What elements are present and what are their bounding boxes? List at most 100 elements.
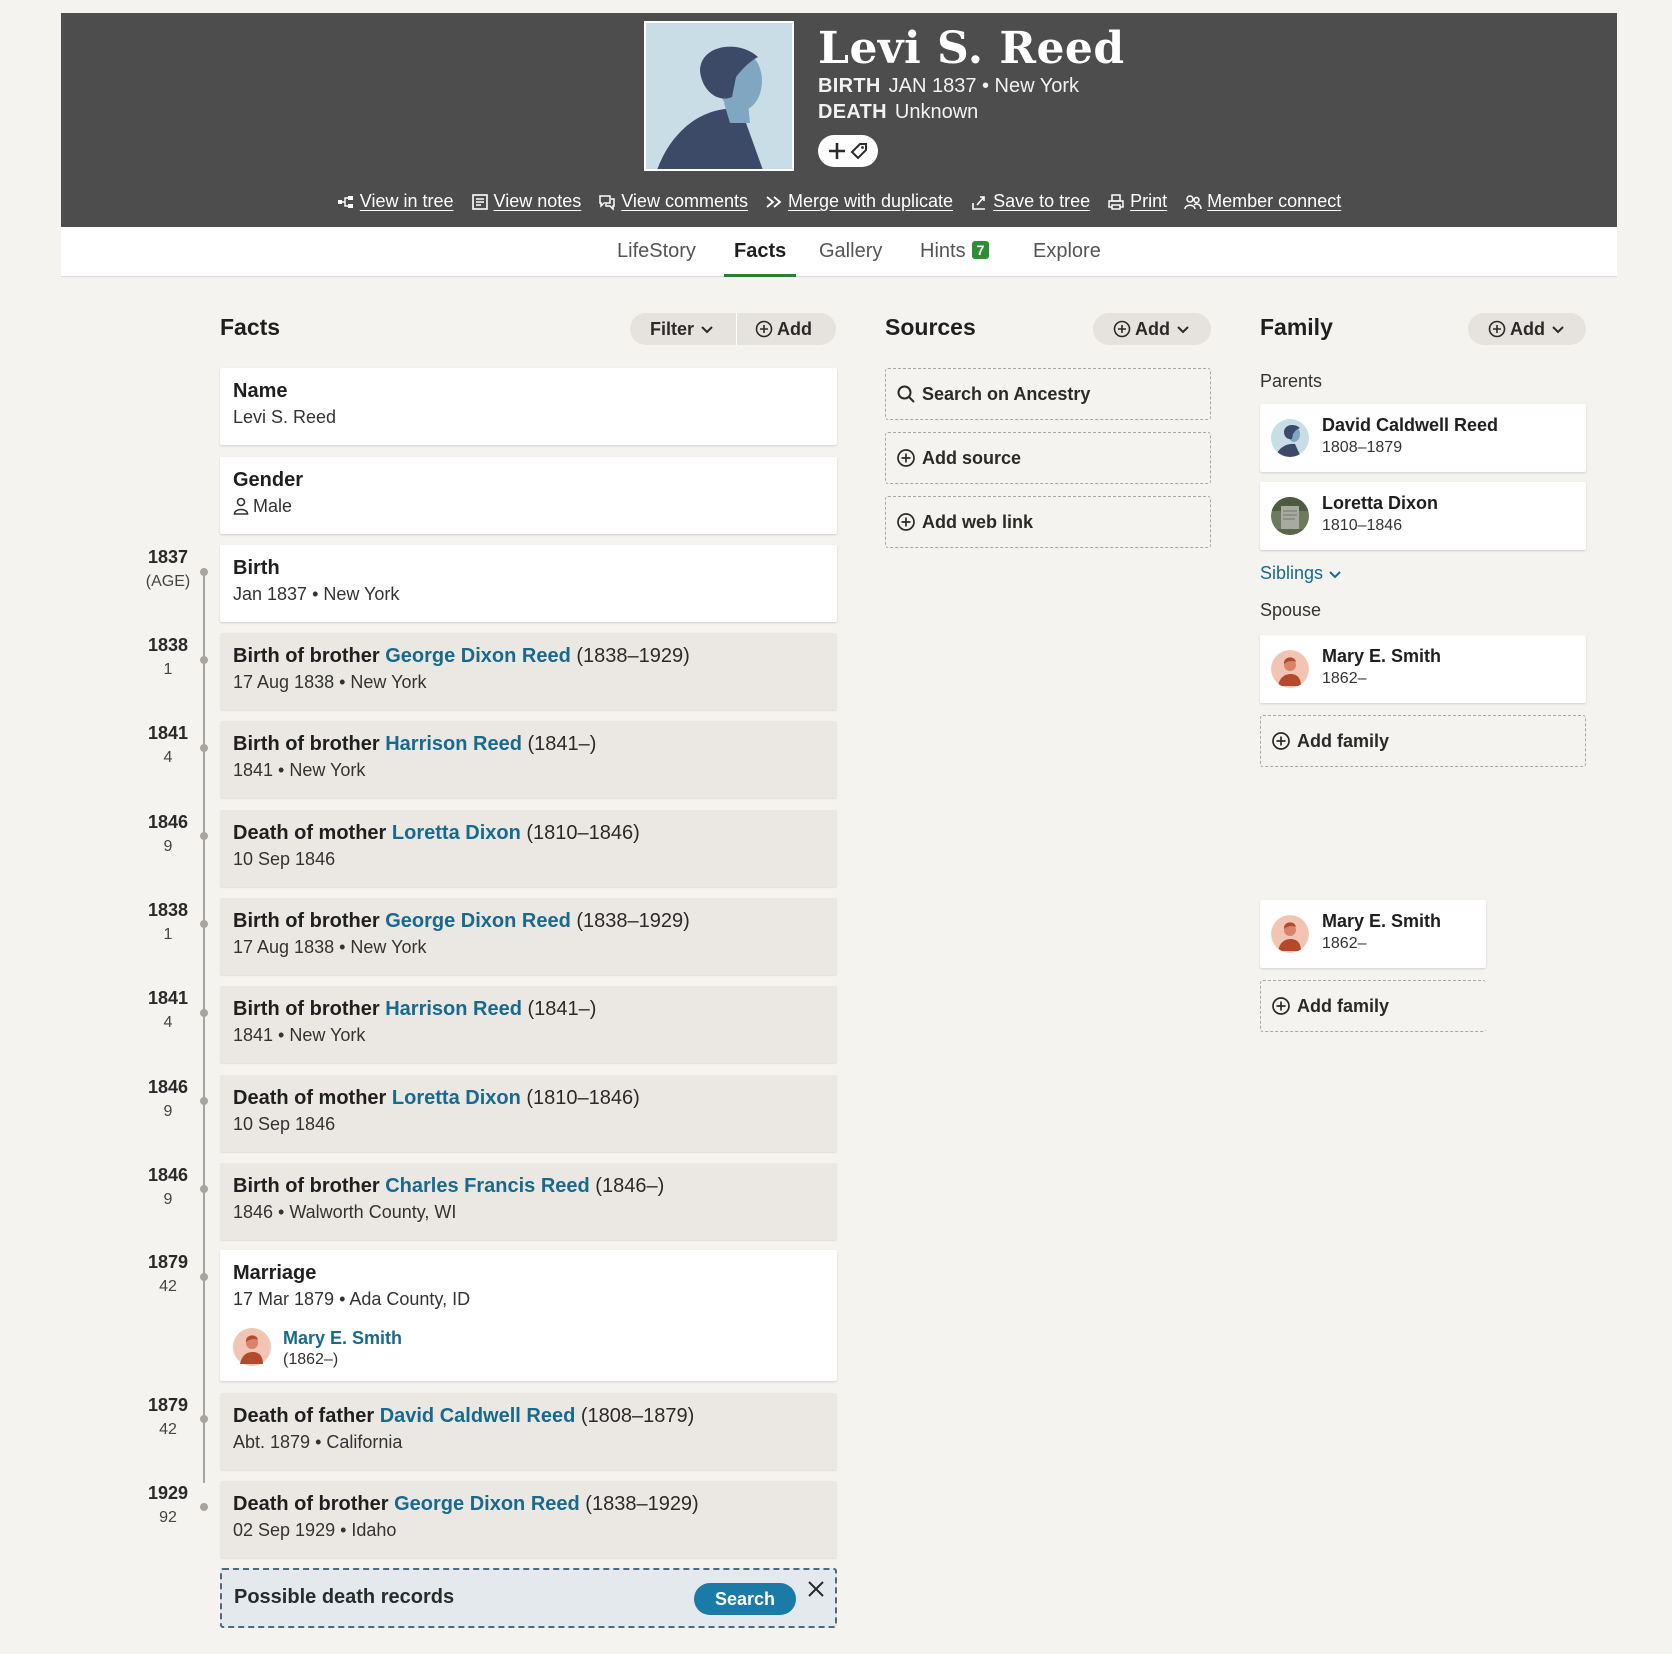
add-source-button[interactable]: Add source bbox=[885, 432, 1211, 484]
mother-name: Loretta Dixon bbox=[1322, 493, 1439, 513]
family-add-button[interactable]: Add bbox=[1468, 313, 1586, 345]
female-avatar-icon bbox=[1271, 650, 1309, 688]
marriage-spouse: Mary E. Smith (1862–) bbox=[233, 1328, 402, 1371]
profile-actions: View in tree View notes View comments Me… bbox=[61, 191, 1617, 212]
relative-name-link[interactable]: David Caldwell Reed bbox=[380, 1405, 576, 1427]
gender-value: Male bbox=[253, 496, 293, 516]
timeline-age: 92 bbox=[159, 1509, 177, 1526]
fact-card-event[interactable]: Death of mother Loretta Dixon (1810–1846… bbox=[220, 809, 837, 887]
fact-detail: 02 Sep 1929 • Idaho bbox=[233, 1520, 397, 1540]
add-family-button[interactable]: Add family bbox=[1260, 715, 1586, 767]
fact-card-event[interactable]: Birth of brother Charles Francis Reed (1… bbox=[220, 1162, 837, 1240]
relative-name-link[interactable]: Loretta Dixon bbox=[392, 822, 521, 844]
fact-card-birth[interactable]: Birth Jan 1837 • New York bbox=[220, 545, 837, 622]
fact-card-event[interactable]: Birth of brother George Dixon Reed (1838… bbox=[220, 633, 837, 710]
tab-explore[interactable]: Explore bbox=[1023, 227, 1111, 277]
add-tag-button[interactable] bbox=[818, 135, 878, 167]
fact-card-marriage[interactable]: Marriage 17 Mar 1879 • Ada County, ID Ma… bbox=[220, 1250, 837, 1381]
relative-name-link[interactable]: George Dixon Reed bbox=[385, 645, 571, 667]
add-web-link-button[interactable]: Add web link bbox=[885, 496, 1211, 548]
relative-name-link[interactable]: Loretta Dixon bbox=[392, 1087, 521, 1109]
fact-card-event[interactable]: Birth of brother Harrison Reed (1841–) 18… bbox=[220, 986, 837, 1064]
mother-card[interactable]: Loretta Dixon 1810–1846 bbox=[1260, 482, 1586, 550]
notes-icon bbox=[471, 193, 488, 210]
relative-name-link[interactable]: George Dixon Reed bbox=[385, 910, 571, 932]
timeline-dot bbox=[200, 1185, 208, 1193]
fact-card-event[interactable]: Death of father David Caldwell Reed (180… bbox=[220, 1393, 837, 1470]
filter-button[interactable]: Filter bbox=[630, 313, 736, 345]
relative-dates: (1846–) bbox=[589, 1174, 665, 1197]
relative-name-link[interactable]: George Dixon Reed bbox=[394, 1493, 580, 1515]
save-to-tree-link[interactable]: Save to tree bbox=[970, 191, 1090, 212]
print-icon bbox=[1108, 193, 1124, 210]
tab-gallery[interactable]: Gallery bbox=[809, 227, 892, 277]
possible-death-records-banner: Possible death records Search bbox=[220, 1568, 837, 1628]
chevron-down-icon bbox=[1329, 570, 1341, 578]
spouse-avatar bbox=[233, 1328, 271, 1371]
add-fact-button[interactable]: Add bbox=[737, 313, 830, 345]
family-add-inner: Add bbox=[1468, 313, 1587, 345]
spouse-card-duplicate[interactable]: Mary E. Smith 1862– bbox=[1260, 900, 1486, 968]
fact-title: Death of father David Caldwell Reed (180… bbox=[233, 1405, 824, 1428]
sources-add-button[interactable]: Add bbox=[1093, 313, 1211, 345]
father-avatar bbox=[1271, 419, 1309, 457]
spouse-avatar bbox=[1271, 915, 1309, 953]
profile-tabs: LifeStory Facts Gallery Hints 7 Explore bbox=[61, 227, 1617, 277]
spouse-card[interactable]: Mary E. Smith 1862– bbox=[1260, 635, 1586, 703]
relative-name-link[interactable]: Harrison Reed bbox=[385, 998, 522, 1020]
siblings-toggle[interactable]: Siblings bbox=[1260, 563, 1343, 584]
search-button[interactable]: Search bbox=[694, 1583, 796, 1615]
fact-detail: 17 Aug 1838 • New York bbox=[233, 672, 427, 692]
fact-title: Name bbox=[233, 380, 288, 402]
profile-portrait[interactable] bbox=[644, 21, 794, 171]
merge-duplicate-link[interactable]: Merge with duplicate bbox=[765, 191, 953, 212]
tab-hints[interactable]: Hints 7 bbox=[910, 227, 999, 277]
relative-dates: (1841–) bbox=[521, 733, 597, 756]
relative-dates: (1838–1929) bbox=[579, 1493, 699, 1515]
view-comments-link[interactable]: View comments bbox=[598, 191, 748, 212]
timeline-year: 1837 bbox=[147, 547, 189, 567]
event-prefix: Birth of brother bbox=[233, 1174, 386, 1197]
spouse-years: 1862– bbox=[1322, 935, 1367, 952]
fact-card-event[interactable]: Death of mother Loretta Dixon (1810–1846… bbox=[220, 1074, 837, 1152]
relative-name-link[interactable]: Charles Francis Reed bbox=[385, 1175, 590, 1197]
member-connect-link[interactable]: Member connect bbox=[1184, 191, 1341, 212]
fact-title: Birth of brother Harrison Reed (1841–) bbox=[233, 998, 824, 1021]
timeline-age: 9 bbox=[163, 837, 173, 855]
fact-card-gender[interactable]: Gender Male bbox=[220, 457, 837, 534]
save-icon bbox=[972, 195, 986, 210]
fact-card-event[interactable]: Birth of brother Harrison Reed (1841–) 18… bbox=[220, 721, 837, 799]
relative-name-link[interactable]: Harrison Reed bbox=[385, 733, 522, 755]
search-on-ancestry-button[interactable]: Search on Ancestry bbox=[885, 368, 1211, 420]
relative-dates: (1838–1929) bbox=[570, 909, 690, 932]
timeline-age: 1 bbox=[163, 925, 173, 943]
event-prefix: Death of mother bbox=[233, 821, 392, 844]
spouse-name-link[interactable]: Mary E. Smith bbox=[283, 1328, 402, 1349]
fact-card-event[interactable]: Death of brother George Dixon Reed (1838… bbox=[220, 1481, 837, 1558]
fact-title: Birth of brother George Dixon Reed (1838… bbox=[233, 645, 824, 668]
plus-circle-icon bbox=[897, 513, 915, 531]
view-notes-link[interactable]: View notes bbox=[471, 191, 581, 212]
add-family-button-duplicate[interactable]: Add family bbox=[1260, 980, 1486, 1032]
death-value: Unknown bbox=[894, 101, 979, 123]
fact-card-name[interactable]: Name Levi S. Reed bbox=[220, 368, 837, 445]
death-summary: DEATH Unknown bbox=[818, 101, 978, 124]
view-in-tree-link[interactable]: View in tree bbox=[337, 191, 454, 212]
plus-icon bbox=[829, 143, 845, 159]
profile-header: Levi S. Reed BIRTH JAN 1837 • New York DE… bbox=[61, 13, 1617, 227]
timeline-year: 1841 bbox=[147, 723, 189, 744]
timeline-dot bbox=[200, 1273, 208, 1281]
plus-circle-icon bbox=[1488, 320, 1506, 338]
print-link[interactable]: Print bbox=[1107, 191, 1167, 212]
chevron-down-icon bbox=[1552, 326, 1564, 334]
relative-dates: (1810–1846) bbox=[520, 821, 640, 844]
close-icon[interactable] bbox=[805, 1578, 827, 1600]
death-records-label: Possible death records bbox=[234, 1586, 455, 1608]
tab-facts[interactable]: Facts bbox=[724, 227, 797, 277]
fact-card-event[interactable]: Birth of brother George Dixon Reed (1838… bbox=[220, 897, 837, 975]
timeline-year: 1879 bbox=[147, 1252, 189, 1272]
plus-circle-icon bbox=[1113, 320, 1131, 338]
tab-lifestory[interactable]: LifeStory bbox=[607, 227, 706, 277]
father-card[interactable]: David Caldwell Reed 1808–1879 bbox=[1260, 404, 1586, 472]
timeline-year: 1841 bbox=[147, 988, 189, 1009]
